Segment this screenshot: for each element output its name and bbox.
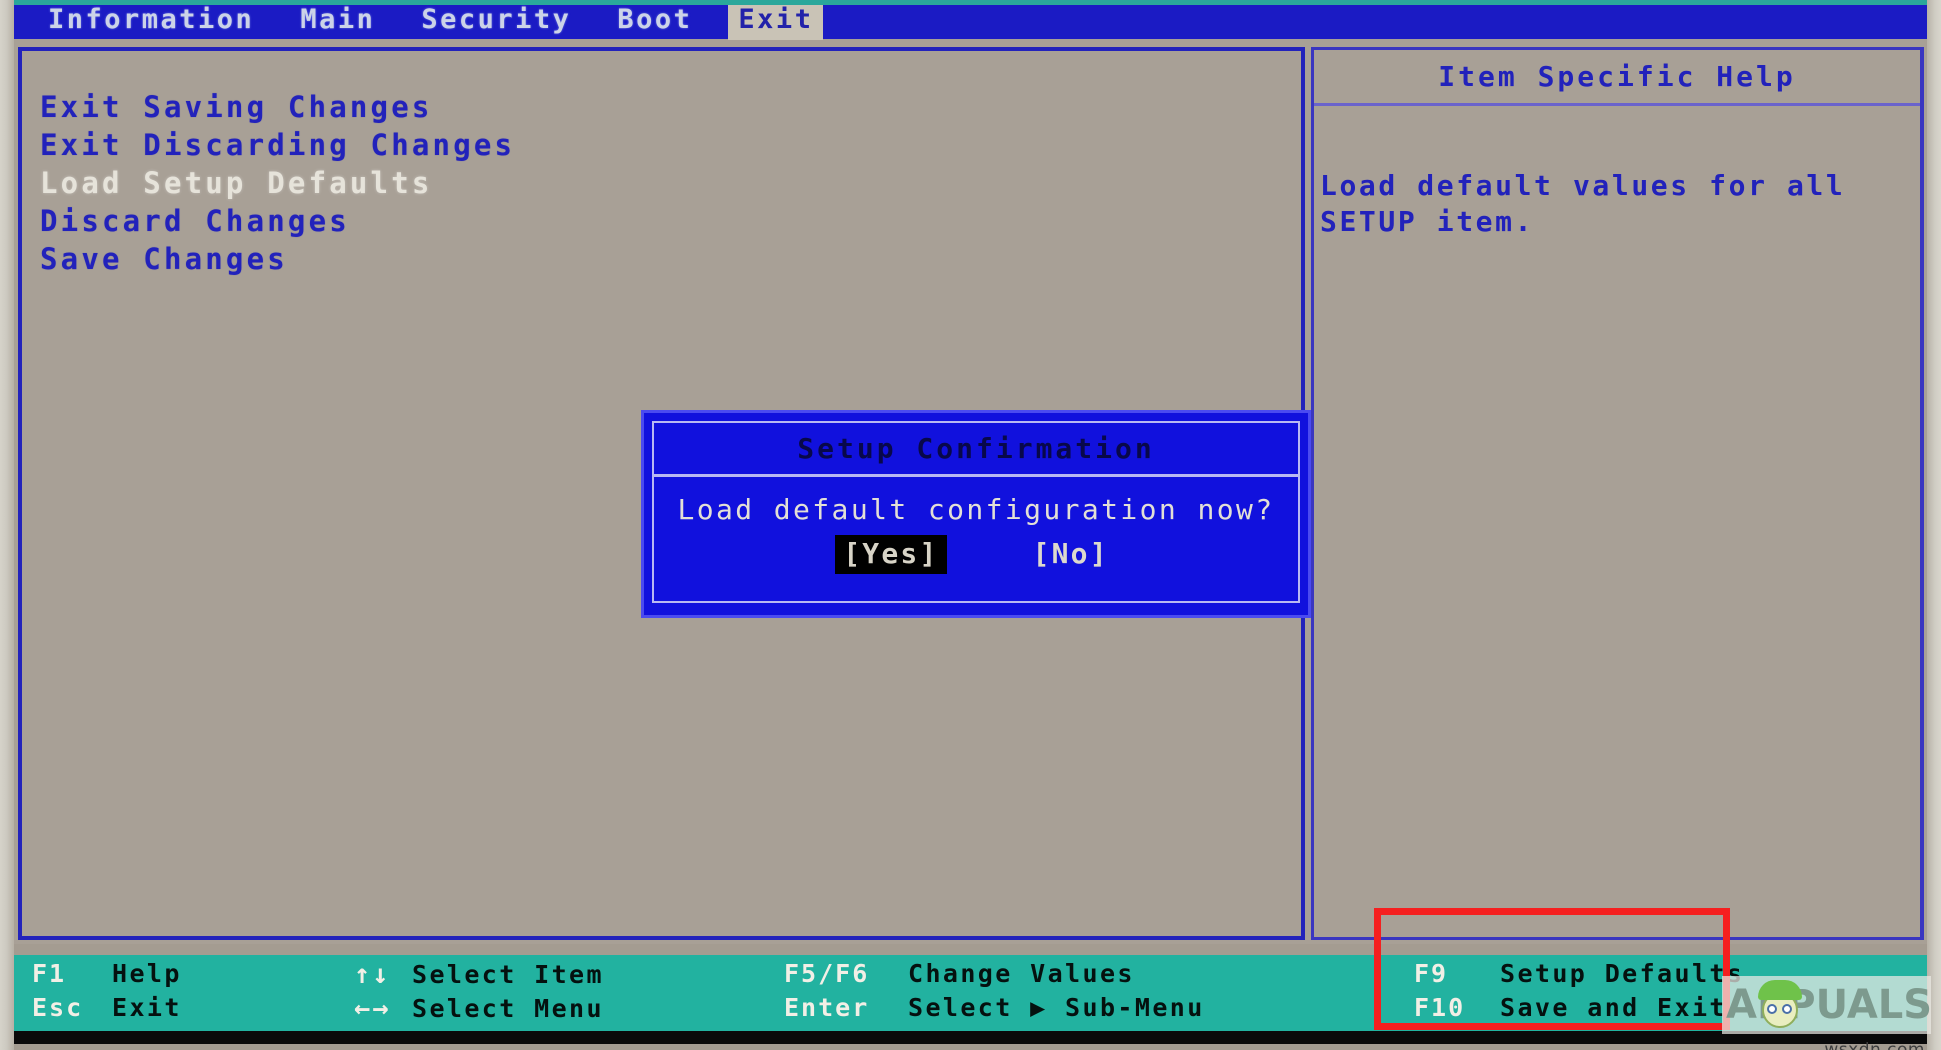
list-item[interactable]: Discard Changes [36,203,1301,240]
watermark-mascot-icon [1754,978,1808,1032]
key-hint-row: ←→ Select Menu [354,993,604,1027]
menu-tab-main[interactable]: Main [290,2,385,40]
dialog-button-row: [Yes] [No] [654,535,1298,574]
list-item[interactable]: Exit Saving Changes [36,89,1301,126]
key-label-f5-f6: F5/F6 [784,959,870,988]
help-panel-title-bar: Item Specific Help [1314,50,1920,106]
dialog-message: Load default configuration now? [677,493,1275,526]
statusbar-shadow [14,1031,1927,1044]
dialog-yes-button[interactable]: [Yes] [835,535,947,574]
list-item[interactable]: Load Setup Defaults [36,165,1301,202]
bios-setup-screen: Information Main Security Boot Exit Exit… [0,0,1941,1050]
key-desc-help: Help [112,959,182,988]
help-panel-title: Item Specific Help [1438,60,1796,93]
setup-confirmation-dialog: Setup Confirmation Load default configur… [641,410,1311,618]
key-desc-exit: Exit [112,993,182,1022]
help-panel-body: Load default values for all SETUP item. [1314,106,1920,240]
key-desc-change-values: Change Values [908,959,1135,988]
key-desc-select-menu: Select Menu [412,994,604,1023]
mascot-eye-left [1767,1004,1777,1014]
menu-tab-exit[interactable]: Exit [728,2,824,40]
annotation-highlight-rectangle [1374,908,1730,1030]
option-exit-saving-changes[interactable]: Exit Saving Changes [36,89,437,126]
key-hint-row: Esc Exit [32,993,182,1027]
arrow-up-down-icon: ↑↓ [354,959,391,990]
key-desc-select-item: Select Item [412,960,604,989]
option-save-changes[interactable]: Save Changes [36,241,292,278]
list-item[interactable]: Exit Discarding Changes [36,127,1301,164]
key-label-esc: Esc [32,993,84,1022]
dialog-body: Load default configuration now? [Yes] [N… [652,477,1300,603]
statusbar-column-1: F1 Help Esc Exit [32,959,182,1027]
exit-options-list: Exit Saving Changes Exit Discarding Chan… [22,51,1301,278]
option-load-setup-defaults[interactable]: Load Setup Defaults [36,165,437,202]
menu-tab-security[interactable]: Security [411,2,581,40]
watermark-overlay: APPUALS wsxdn.com [1722,976,1932,1050]
option-discard-changes[interactable]: Discard Changes [36,203,354,240]
option-exit-discarding-changes[interactable]: Exit Discarding Changes [36,127,519,164]
mascot-eye-right [1782,1004,1792,1014]
menu-bar: Information Main Security Boot Exit [0,2,1941,40]
key-hint-row: F5/F6 Change Values [784,959,1205,993]
dialog-title-bar: Setup Confirmation [652,421,1300,477]
mascot-hair-shape [1758,980,1802,1000]
dialog-no-button[interactable]: [No] [1025,535,1117,574]
statusbar-column-3: F5/F6 Change Values Enter Select ▶ Sub-M… [784,959,1205,1027]
list-item[interactable]: Save Changes [36,241,1301,278]
help-text-line: Load default values for all [1320,169,1846,202]
menu-tab-boot[interactable]: Boot [607,2,702,40]
statusbar-column-2: ↑↓ Select Item ←→ Select Menu [354,959,604,1027]
help-text-line: SETUP item. [1320,205,1535,238]
screen-bezel-right [1927,0,1941,1050]
key-hint-row: ↑↓ Select Item [354,959,604,993]
menu-bar-tabs: Information Main Security Boot Exit [38,2,849,40]
key-desc-select-submenu: Select ▶ Sub-Menu [908,993,1205,1022]
key-label-f1: F1 [32,959,67,988]
key-hint-row: Enter Select ▶ Sub-Menu [784,993,1205,1027]
dialog-title: Setup Confirmation [797,432,1155,465]
key-hint-row: F1 Help [32,959,182,993]
menu-tab-information[interactable]: Information [38,2,264,40]
screen-bezel-left [0,0,14,1050]
top-accent-strip [0,0,1941,5]
watermark-source-text: wsxdn.com [1824,1040,1925,1050]
item-specific-help-panel: Item Specific Help Load default values f… [1311,47,1924,940]
arrow-left-right-icon: ←→ [354,993,391,1024]
key-label-enter: Enter [784,993,870,1022]
